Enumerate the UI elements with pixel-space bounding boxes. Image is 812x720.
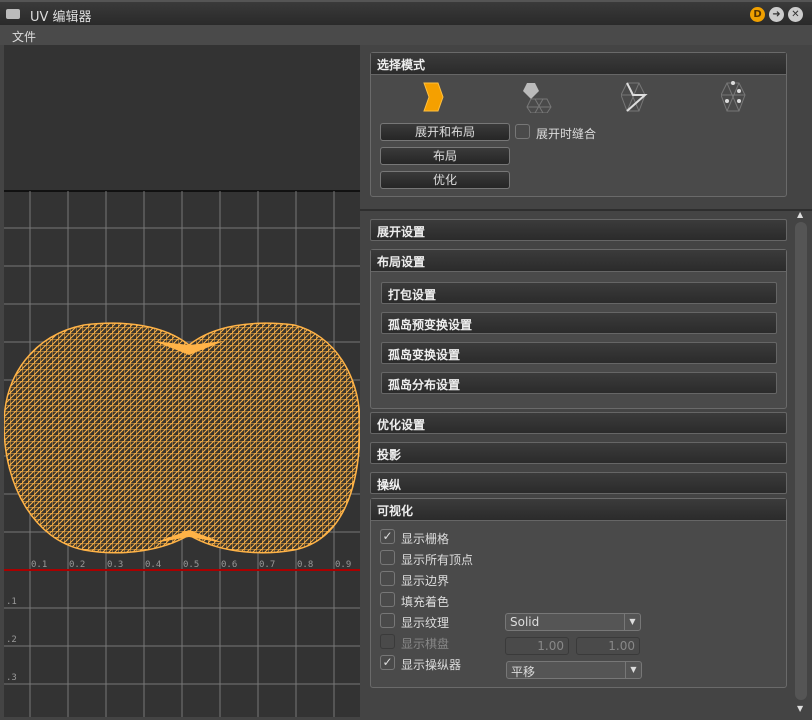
select-mode-title: 选择模式 bbox=[371, 53, 786, 75]
visualize-group: 可视化 ✓ 显示栅格显示所有顶点显示边界填充着色显示纹理显示棋盘 ✓ 显示操纵器 So… bbox=[370, 498, 787, 688]
chevron-down-icon: ▼ bbox=[624, 614, 640, 630]
face-mode-icon[interactable] bbox=[519, 81, 553, 113]
visualize-checkbox-0[interactable]: ✓ bbox=[380, 529, 395, 544]
select-mode-group: 选择模式 展开和布局 展开时缝合 布局 优化 bbox=[370, 52, 787, 197]
visualize-checkbox-4[interactable] bbox=[380, 613, 395, 628]
arrow-right-icon[interactable]: ➜ bbox=[769, 7, 784, 22]
visualize-label: 显示棋盘 bbox=[401, 635, 449, 652]
projection-header[interactable]: 投影 bbox=[370, 442, 787, 464]
visualize-label: 显示所有顶点 bbox=[401, 551, 473, 568]
optimize-button[interactable]: 优化 bbox=[380, 171, 510, 189]
visualize-checkbox-6[interactable]: ✓ bbox=[380, 655, 395, 670]
checker-v-field: 1.00 bbox=[576, 637, 640, 655]
island-transform-header[interactable]: 孤岛变换设置 bbox=[381, 342, 777, 364]
dock-icon[interactable]: D bbox=[750, 7, 765, 22]
y-tick-label: .2 bbox=[6, 635, 17, 645]
optimize-settings-header[interactable]: 优化设置 bbox=[370, 412, 787, 434]
edge-mode-icon[interactable] bbox=[621, 81, 653, 113]
visualize-label: 填充着色 bbox=[401, 593, 449, 610]
x-tick-label: 0.1 bbox=[31, 560, 47, 570]
side-panel: 选择模式 展开和布局 展开时缝合 布局 优化 展开设置 布局设置 打包设置 孤岛… bbox=[360, 45, 812, 720]
window-title: UV 编辑器 bbox=[30, 6, 92, 25]
title-bar: UV 编辑器 D ➜ ✕ bbox=[0, 0, 812, 25]
uv-grid: 0.1 0.2 0.3 0.4 0.5 0.6 0.7 0.8 0.9 .1 .2 .3 bbox=[4, 45, 360, 717]
visualize-label: 显示纹理 bbox=[401, 614, 449, 631]
x-tick-label: 0.9 bbox=[335, 560, 351, 570]
visualize-checkbox-1[interactable] bbox=[380, 550, 395, 565]
unfold-settings-header[interactable]: 展开设置 bbox=[370, 219, 787, 241]
x-tick-label: 0.5 bbox=[183, 560, 199, 570]
x-tick-label: 0.3 bbox=[107, 560, 123, 570]
manipulator-select-value: 平移 bbox=[511, 665, 535, 679]
island-distribution-header[interactable]: 孤岛分布设置 bbox=[381, 372, 777, 394]
pack-settings-header[interactable]: 打包设置 bbox=[381, 282, 777, 304]
x-tick-label: 0.4 bbox=[145, 560, 161, 570]
layout-button[interactable]: 布局 bbox=[380, 147, 510, 165]
scroll-down-icon[interactable]: ▼ bbox=[797, 704, 803, 713]
unfold-layout-button[interactable]: 展开和布局 bbox=[380, 123, 510, 141]
scroll-up-icon[interactable]: ▲ bbox=[797, 210, 803, 219]
visualize-header[interactable]: 可视化 bbox=[371, 499, 786, 521]
x-tick-label: 0.7 bbox=[259, 560, 275, 570]
chevron-down-icon: ▼ bbox=[625, 662, 641, 678]
manipulator-select[interactable]: 平移 ▼ bbox=[506, 661, 642, 679]
menu-bar: 文件 bbox=[0, 25, 812, 45]
stitch-label: 展开时缝合 bbox=[536, 125, 596, 142]
vertex-mode-icon[interactable] bbox=[721, 81, 753, 113]
manipulate-header[interactable]: 操纵 bbox=[370, 472, 787, 494]
x-tick-label: 0.6 bbox=[221, 560, 237, 570]
divider bbox=[360, 209, 812, 211]
layout-settings-group: 布局设置 打包设置 孤岛预变换设置 孤岛变换设置 孤岛分布设置 bbox=[370, 249, 787, 409]
visualize-checkbox-3[interactable] bbox=[380, 592, 395, 607]
panel-scrollbar[interactable] bbox=[795, 222, 807, 700]
visualize-label: 显示边界 bbox=[401, 572, 449, 589]
menu-file[interactable]: 文件 bbox=[12, 28, 36, 45]
checker-u-field: 1.00 bbox=[505, 637, 569, 655]
layout-settings-header[interactable]: 布局设置 bbox=[371, 250, 786, 272]
visualize-label: 显示操纵器 bbox=[401, 656, 461, 673]
visualize-checkbox-2[interactable] bbox=[380, 571, 395, 586]
close-icon[interactable]: ✕ bbox=[788, 7, 803, 22]
texture-select-value: Solid bbox=[510, 615, 539, 629]
visualize-label: 显示栅格 bbox=[401, 530, 449, 547]
y-tick-label: .1 bbox=[6, 597, 17, 607]
uv-viewport[interactable]: 0.1 0.2 0.3 0.4 0.5 0.6 0.7 0.8 0.9 .1 .2 .3 bbox=[4, 45, 360, 717]
uv-mesh[interactable] bbox=[4, 323, 360, 553]
island-pretransform-header[interactable]: 孤岛预变换设置 bbox=[381, 312, 777, 334]
x-tick-label: 0.2 bbox=[69, 560, 85, 570]
app-icon bbox=[6, 9, 20, 19]
visualize-checkbox-5[interactable] bbox=[380, 634, 395, 649]
texture-select[interactable]: Solid ▼ bbox=[505, 613, 641, 631]
y-tick-label: .3 bbox=[6, 673, 17, 683]
shell-mode-icon[interactable] bbox=[419, 81, 449, 113]
stitch-checkbox[interactable] bbox=[515, 124, 530, 139]
x-tick-label: 0.8 bbox=[297, 560, 313, 570]
